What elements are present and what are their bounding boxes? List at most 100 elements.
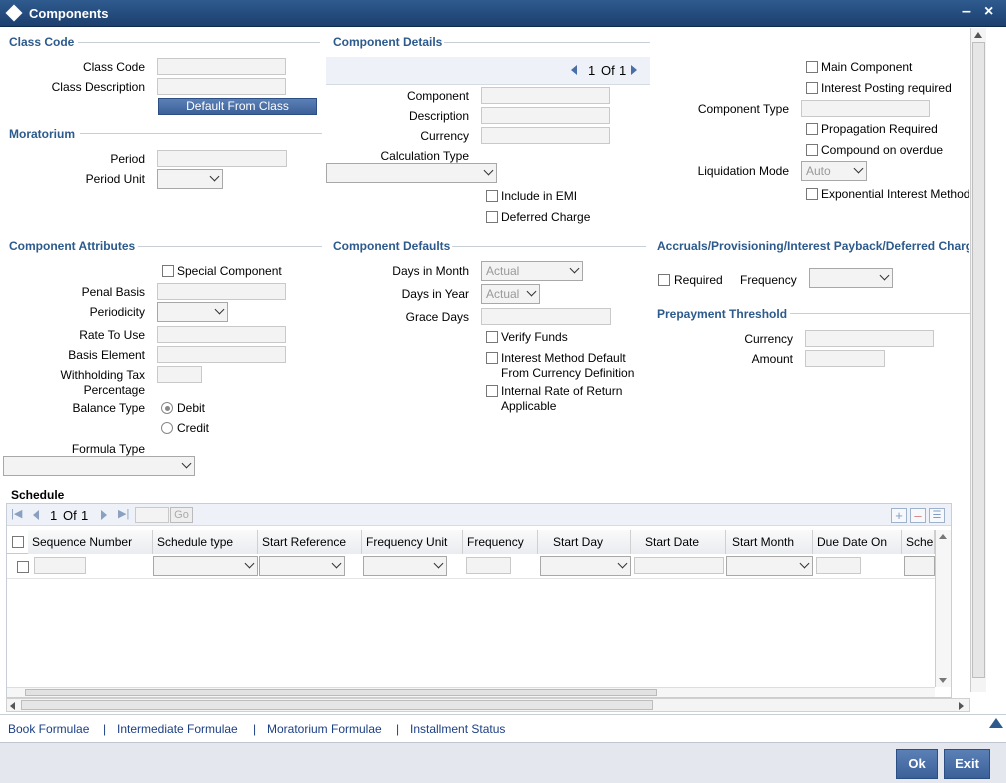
grid-scroll-down-icon[interactable] — [939, 678, 947, 683]
schedule-page-of: Of — [63, 508, 77, 523]
period-unit-select[interactable] — [157, 169, 223, 189]
scroll-right-icon[interactable] — [959, 702, 964, 710]
prepay-currency-input[interactable] — [805, 330, 934, 347]
frequency-unit-select[interactable] — [363, 556, 447, 576]
special-component-checkbox[interactable] — [162, 265, 174, 277]
go-button[interactable]: Go — [170, 507, 193, 523]
divider — [444, 42, 650, 43]
exponential-interest-checkbox[interactable] — [806, 188, 818, 200]
scroll-up-icon[interactable] — [974, 32, 982, 38]
periodicity-select[interactable] — [157, 302, 228, 322]
moratorium-formulae-link[interactable]: Moratorium Formulae — [267, 722, 382, 736]
scroll-left-icon[interactable] — [10, 702, 15, 710]
grid-horizontal-scrollbar[interactable] — [7, 687, 935, 697]
intermediate-formulae-link[interactable]: Intermediate Formulae — [117, 722, 238, 736]
grace-days-input[interactable] — [481, 308, 611, 325]
h-scroll-thumb[interactable] — [21, 700, 653, 710]
penal-basis-input[interactable] — [157, 283, 286, 300]
period-input[interactable] — [157, 150, 287, 167]
select-all-checkbox[interactable] — [12, 536, 24, 548]
delete-row-icon[interactable]: – — [910, 508, 926, 523]
class-code-label: Class Code — [82, 60, 145, 74]
prev-page-icon[interactable] — [33, 510, 39, 520]
single-view-icon[interactable]: ☰ — [929, 508, 945, 523]
interest-method-default-checkbox[interactable] — [486, 352, 498, 364]
credit-radio[interactable] — [161, 422, 173, 434]
withholding-tax-input[interactable] — [157, 366, 202, 383]
component-type-input[interactable] — [801, 100, 930, 117]
exit-button[interactable]: Exit — [944, 749, 990, 779]
main-vertical-scrollbar[interactable] — [970, 28, 986, 692]
separator: | — [253, 722, 257, 736]
days-in-month-select[interactable]: Actual — [481, 261, 583, 281]
grid-scroll-up-icon[interactable] — [939, 534, 947, 539]
collapse-up-icon[interactable] — [989, 718, 1003, 728]
col-start-day[interactable]: Start Day — [538, 530, 631, 554]
first-page-icon[interactable]: |◀ — [11, 507, 22, 520]
col-frequency-unit[interactable]: Frequency Unit — [362, 530, 463, 554]
next-page-icon[interactable] — [101, 510, 107, 520]
propagation-checkbox[interactable] — [806, 123, 818, 135]
grid-h-scroll-thumb[interactable] — [25, 689, 657, 696]
rate-to-use-input[interactable] — [157, 326, 286, 343]
col-start-date[interactable]: Start Date — [631, 530, 726, 554]
col-sequence-number[interactable]: Sequence Number — [28, 530, 153, 554]
add-row-icon[interactable]: + — [891, 508, 907, 523]
formula-type-select[interactable] — [3, 456, 195, 476]
credit-label: Credit — [177, 421, 210, 435]
installment-status-link[interactable]: Installment Status — [410, 722, 505, 736]
sequence-number-input[interactable] — [34, 557, 86, 574]
description-input[interactable] — [481, 107, 610, 124]
liquidation-mode-select[interactable]: Auto — [801, 161, 867, 181]
next-record-icon[interactable] — [631, 65, 637, 75]
start-date-input[interactable] — [634, 557, 724, 574]
schedule-type-select[interactable] — [153, 556, 258, 576]
close-icon[interactable]: × — [984, 3, 993, 21]
minimize-icon[interactable]: – — [962, 3, 971, 21]
days-in-month-label: Days in Month — [392, 264, 469, 278]
schedule-more-select[interactable] — [904, 556, 935, 576]
class-description-input[interactable] — [157, 78, 286, 95]
scroll-thumb[interactable] — [972, 42, 985, 678]
currency-input[interactable] — [481, 127, 610, 144]
frequency-select[interactable] — [809, 268, 893, 288]
start-month-select[interactable] — [726, 556, 813, 576]
days-in-year-select[interactable]: Actual — [481, 284, 540, 304]
col-frequency[interactable]: Frequency — [463, 530, 538, 554]
start-day-select[interactable] — [540, 556, 631, 576]
debit-radio[interactable] — [161, 402, 173, 414]
col-start-month[interactable]: Start Month — [726, 530, 813, 554]
include-emi-checkbox[interactable] — [486, 190, 498, 202]
page-number-input[interactable] — [135, 507, 169, 523]
prepay-amount-label: Amount — [751, 352, 793, 366]
main-component-checkbox[interactable] — [806, 61, 818, 73]
due-date-on-input[interactable] — [816, 557, 861, 574]
row-checkbox[interactable] — [17, 561, 29, 573]
basis-element-label: Basis Element — [68, 348, 145, 362]
compound-overdue-checkbox[interactable] — [806, 144, 818, 156]
deferred-charge-checkbox[interactable] — [486, 211, 498, 223]
default-from-class-button[interactable]: Default From Class — [158, 98, 317, 115]
prepay-amount-input[interactable] — [805, 350, 885, 367]
col-start-reference[interactable]: Start Reference — [258, 530, 362, 554]
ok-button[interactable]: Ok — [896, 749, 938, 779]
calculation-type-select[interactable] — [326, 163, 497, 183]
last-page-icon[interactable]: ▶| — [118, 507, 129, 520]
main-horizontal-scrollbar[interactable] — [6, 698, 970, 712]
interest-posting-checkbox[interactable] — [806, 82, 818, 94]
col-schedule-more[interactable]: Sche — [902, 530, 935, 554]
col-schedule-type[interactable]: Schedule type — [153, 530, 258, 554]
book-formulae-link[interactable]: Book Formulae — [8, 722, 89, 736]
verify-funds-checkbox[interactable] — [486, 331, 498, 343]
prev-record-icon[interactable] — [571, 65, 577, 75]
required-checkbox[interactable] — [658, 274, 670, 286]
frequency-input[interactable] — [466, 557, 511, 574]
special-component-label: Special Component — [177, 264, 282, 278]
start-reference-select[interactable] — [259, 556, 345, 576]
col-due-date-on[interactable]: Due Date On — [813, 530, 902, 554]
component-input[interactable] — [481, 87, 610, 104]
irr-applicable-checkbox[interactable] — [486, 385, 498, 397]
class-code-input[interactable] — [157, 58, 286, 75]
basis-element-input[interactable] — [157, 346, 286, 363]
grid-vertical-scrollbar[interactable] — [935, 530, 951, 687]
